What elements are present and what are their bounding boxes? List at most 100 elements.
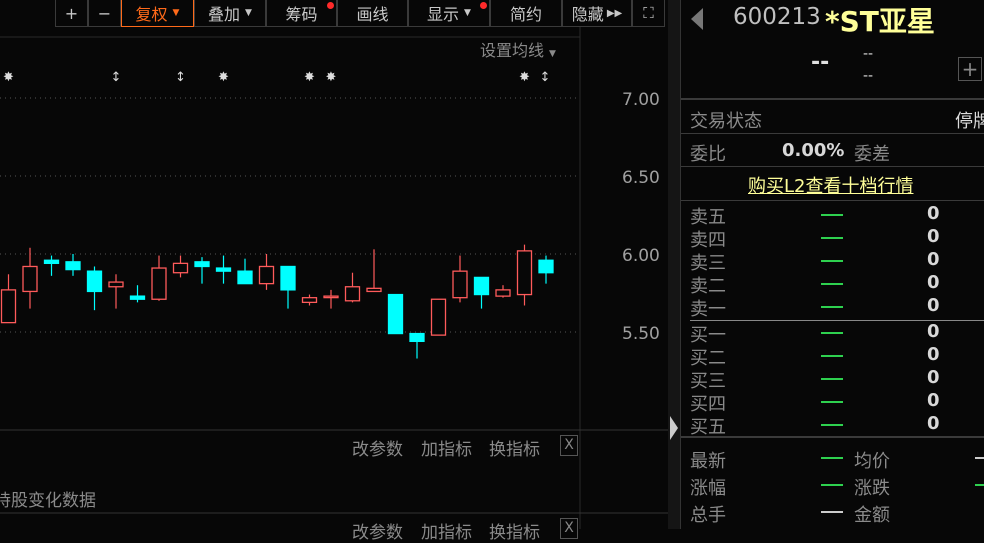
candle <box>323 289 339 309</box>
candle-body <box>323 295 339 299</box>
event-star-icon[interactable]: ✸ <box>519 70 530 85</box>
candle <box>409 332 425 359</box>
event-star-icon[interactable]: ✸ <box>3 70 14 85</box>
level-price <box>821 355 843 357</box>
hide-label: 隐藏 <box>571 5 604 24</box>
avg-value <box>975 457 984 459</box>
event-star-icon[interactable]: ✸ <box>326 70 337 85</box>
candle <box>22 247 38 309</box>
zoom-in-button[interactable]: + <box>55 0 88 27</box>
candle-body <box>366 287 382 293</box>
notification-dot-icon <box>327 2 334 9</box>
candle <box>473 276 490 309</box>
switch-indicator-button[interactable]: 换指标 <box>489 435 540 460</box>
change-value: -- <box>863 46 874 62</box>
candle <box>43 255 60 276</box>
switch-indicator-button-2[interactable]: 换指标 <box>489 518 540 543</box>
candle-body <box>86 270 103 293</box>
candle-body <box>151 267 167 300</box>
overlay-label: 叠加 <box>208 5 241 24</box>
wb-value: 0.00% <box>782 140 845 161</box>
candle-body <box>0 289 17 324</box>
candle <box>172 255 189 278</box>
candle <box>0 274 17 324</box>
level-price <box>821 306 843 308</box>
avg-label: 均价 <box>854 451 890 472</box>
buy-l2-link[interactable]: 购买L2查看十档行情 <box>748 172 913 198</box>
event-star-icon[interactable]: ✸ <box>218 70 229 85</box>
candle-body <box>258 265 275 285</box>
chips-button[interactable]: 筹码 <box>266 0 337 27</box>
display-label: 显示 <box>427 5 460 24</box>
add-watchlist-button[interactable]: + <box>958 57 982 81</box>
event-arrow-icon[interactable]: ↕ <box>111 70 122 85</box>
candle <box>301 294 318 306</box>
candle <box>516 244 533 306</box>
candle <box>258 254 275 290</box>
orderbook-row: 卖三 0 <box>681 249 984 274</box>
level-price <box>821 401 843 403</box>
prev-stock-icon[interactable] <box>691 8 703 30</box>
candle-body <box>237 270 253 285</box>
candle <box>86 266 103 311</box>
caret-down-icon: ▼ <box>549 49 556 59</box>
price-label: 5.50 <box>622 324 660 344</box>
volume-label: 总手 <box>690 505 726 526</box>
level-price <box>821 237 843 239</box>
change-params-button-2[interactable]: 改参数 <box>352 518 403 543</box>
change-params-button[interactable]: 改参数 <box>352 435 403 460</box>
trade-status-value: 停牌 <box>955 111 984 132</box>
candle-body <box>495 289 511 297</box>
event-star-icon[interactable]: ✸ <box>304 70 315 85</box>
candle <box>366 249 382 293</box>
candle-body <box>301 297 318 304</box>
orderbook-row: 买三 0 <box>681 367 984 392</box>
level-price <box>821 214 843 216</box>
candle-body <box>452 270 468 299</box>
trade-status-label: 交易状态 <box>690 111 762 132</box>
candle-body <box>43 259 60 265</box>
hide-button[interactable]: 隐藏 ▶▶ <box>562 0 632 27</box>
level-volume: 0 <box>927 272 940 293</box>
level-price <box>821 283 843 285</box>
add-indicator-button[interactable]: 加指标 <box>421 435 472 460</box>
zoom-out-button[interactable]: − <box>88 0 121 27</box>
candle <box>280 265 296 309</box>
level-volume: 0 <box>927 203 940 224</box>
close-indicator-button[interactable]: X <box>560 435 578 456</box>
candle-body <box>344 286 361 302</box>
event-arrow-icon[interactable]: ↕ <box>175 70 186 85</box>
overlay-button[interactable]: 叠加 ▼ <box>194 0 266 27</box>
draw-line-button[interactable]: 画线 <box>337 0 408 27</box>
price-label: 6.50 <box>622 168 660 188</box>
orderbook-row: 卖二 0 <box>681 272 984 297</box>
candle <box>538 255 554 284</box>
level-price <box>821 424 843 426</box>
expand-arrow-icon[interactable] <box>670 416 678 440</box>
candle-body <box>129 295 146 300</box>
panel-splitter[interactable] <box>668 0 680 529</box>
add-indicator-button-2[interactable]: 加指标 <box>421 518 472 543</box>
orderbook-row: 买一 0 <box>681 321 984 346</box>
candle-body <box>65 261 81 271</box>
candle <box>452 255 468 303</box>
caret-down-icon: ▼ <box>464 8 471 18</box>
candle-body <box>194 261 210 268</box>
event-arrow-icon[interactable]: ↕ <box>540 70 551 85</box>
kline-chart[interactable]: ✸ ↕ ↕ ✸ ✸ ✸ ✸ ↕ 设置均线 ▼ 7.00 6.50 6.00 5.50 改参数 加… <box>0 0 668 543</box>
latest-value <box>821 457 843 459</box>
candle-body <box>172 262 189 274</box>
level-volume: 0 <box>927 367 940 388</box>
display-button[interactable]: 显示 ▼ <box>408 0 490 27</box>
price-label: 6.00 <box>622 246 660 266</box>
candle-body <box>430 298 447 336</box>
level-volume: 0 <box>927 226 940 247</box>
orderbook-row: 买四 0 <box>681 390 984 415</box>
fullscreen-button[interactable]: ⛶ <box>632 0 665 27</box>
fuquan-button[interactable]: 复权 ▼ <box>121 0 194 27</box>
simple-button[interactable]: 简约 <box>490 0 562 27</box>
candle-body <box>473 276 490 296</box>
candle-body <box>387 293 404 335</box>
ma-setting-button[interactable]: 设置均线 ▼ <box>480 37 556 61</box>
chg-label: 涨跌 <box>854 478 890 499</box>
